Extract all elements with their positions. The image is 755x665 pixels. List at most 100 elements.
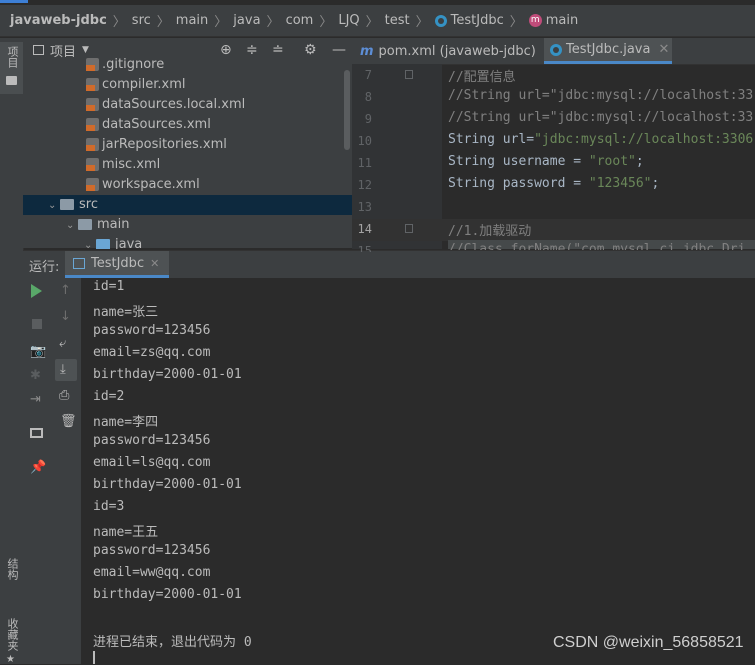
- code-line[interactable]: String url="jdbc:mysql://localhost:3306: [448, 132, 753, 147]
- console-line: name=王五: [93, 525, 159, 540]
- arrow-up-icon[interactable]: ↑: [60, 283, 74, 298]
- close-icon[interactable]: ✕: [658, 42, 669, 57]
- code-token: ;: [651, 176, 660, 191]
- gear-icon[interactable]: ⚙: [304, 42, 317, 58]
- favorites-tool-label: 收藏夹: [6, 618, 19, 651]
- breadcrumb-method[interactable]: main: [546, 13, 578, 28]
- console-line: birthday=2000-01-01: [93, 477, 242, 492]
- breadcrumb-java[interactable]: java: [233, 13, 260, 28]
- tree-item-compiler-xml[interactable]: compiler.xml: [86, 75, 186, 95]
- code-token: //Class.forName("com.mysql.cj.jdbc.Dri: [448, 242, 746, 250]
- run-toolbar-secondary: ↑ ↓ ⤶ ⤓ ⎙ 🗑: [51, 278, 82, 664]
- code-line[interactable]: //1.加载驱动: [448, 220, 531, 239]
- tree-item-datasources-xml[interactable]: dataSources.xml: [86, 115, 211, 135]
- tree-item-jarrepositories-xml[interactable]: jarRepositories.xml: [86, 135, 227, 155]
- code-token: //配置信息: [448, 70, 516, 85]
- breadcrumb-com[interactable]: com: [286, 13, 314, 28]
- close-icon[interactable]: ✕: [150, 257, 159, 270]
- expand-all-icon[interactable]: ≑: [246, 42, 258, 58]
- scroll-to-end-icon: ⤓: [60, 362, 66, 377]
- pin-icon[interactable]: 📌: [30, 460, 46, 475]
- project-panel-title[interactable]: 项目: [50, 41, 76, 60]
- minimize-icon[interactable]: —: [332, 42, 346, 58]
- breadcrumb-ljq[interactable]: LJQ: [338, 13, 359, 28]
- xml-file-icon: [86, 118, 99, 131]
- tab-testjdbc-java[interactable]: TestJdbc.java ✕: [544, 38, 672, 64]
- print-icon[interactable]: ⎙: [59, 388, 73, 403]
- xml-file-icon: [86, 138, 99, 151]
- bug-icon[interactable]: ✱: [30, 368, 44, 383]
- chevron-right-icon: 〉: [156, 15, 170, 30]
- tree-item-src[interactable]: ⌄ src: [23, 195, 352, 215]
- code-line[interactable]: //String url="jdbc:mysql://localhost:33: [448, 110, 753, 125]
- code-line[interactable]: //Class.forName("com.mysql.cj.jdbc.Dri: [448, 242, 745, 250]
- tree-item-main[interactable]: ⌄ main: [66, 215, 129, 235]
- stop-icon[interactable]: [32, 319, 42, 329]
- code-token: //String url="jdbc:mysql://localhost:33: [448, 88, 754, 103]
- code-line[interactable]: String username = "root";: [448, 154, 644, 169]
- chevron-right-icon: 〉: [365, 15, 379, 30]
- tab-pom-xml[interactable]: m pom.xml (javaweb-jdbc) ✕: [356, 38, 555, 64]
- structure-tool-tab[interactable]: 结构: [0, 554, 23, 614]
- java-class-icon: [550, 43, 562, 56]
- fold-marker-icon[interactable]: [405, 70, 413, 79]
- code-line[interactable]: String password = "123456";: [448, 176, 659, 191]
- chevron-down-icon[interactable]: ⌄: [84, 236, 96, 249]
- fold-marker-icon[interactable]: [405, 224, 413, 233]
- exit-icon[interactable]: ⇥: [30, 392, 44, 407]
- code-token: "123456": [588, 176, 652, 191]
- code-token: String password =: [448, 176, 589, 191]
- console-line: birthday=2000-01-01: [93, 367, 242, 382]
- tree-item-datasources-local-xml[interactable]: dataSources.local.xml: [86, 95, 245, 115]
- locate-icon[interactable]: ⊕: [220, 42, 232, 58]
- line-number: 11: [357, 156, 372, 170]
- line-number: 8: [364, 90, 372, 104]
- code-token: String url=: [448, 132, 535, 147]
- tree-item-misc-xml[interactable]: misc.xml: [86, 155, 160, 175]
- breadcrumb-project[interactable]: javaweb-jdbc: [10, 13, 107, 28]
- run-toolbar-primary: 📷 ✱ ⇥ 📌: [23, 278, 51, 664]
- breadcrumb-class[interactable]: TestJdbc: [451, 13, 504, 28]
- chevron-right-icon: 〉: [319, 15, 333, 30]
- console-line: birthday=2000-01-01: [93, 587, 242, 602]
- watermark: CSDN @weixin_56858521: [553, 634, 744, 651]
- layout-icon[interactable]: [30, 428, 43, 438]
- xml-file-icon: [86, 78, 99, 91]
- line-number: 9: [364, 112, 372, 126]
- structure-tool-label: 结构: [6, 558, 19, 580]
- arrow-down-icon[interactable]: ↓: [60, 309, 74, 324]
- project-view-icon: [33, 45, 44, 55]
- star-icon: ★: [6, 654, 15, 665]
- code-line[interactable]: //String url="jdbc:mysql://localhost:33: [448, 88, 753, 103]
- folder-icon: [60, 199, 74, 210]
- chevron-down-icon[interactable]: ▼: [82, 45, 89, 55]
- collapse-all-icon[interactable]: ≐: [272, 42, 284, 58]
- folder-icon: [78, 219, 92, 230]
- left-tool-strip: 项目 结构 收藏夹 ★: [0, 38, 24, 665]
- soft-wrap-icon[interactable]: ⤶: [59, 336, 73, 351]
- rerun-icon[interactable]: [31, 284, 42, 298]
- chevron-right-icon: 〉: [112, 15, 126, 30]
- project-tool-tab[interactable]: 项目: [0, 42, 23, 94]
- console-line: id=1: [93, 279, 125, 294]
- project-scrollbar[interactable]: [344, 70, 350, 150]
- breadcrumb-src[interactable]: src: [132, 13, 151, 28]
- code-line[interactable]: //配置信息: [448, 66, 516, 85]
- source-folder-icon: [96, 239, 110, 249]
- project-panel-header: 项目 ▼ ⊕ ≑ ≐ ⚙ —: [23, 38, 352, 62]
- favorites-tool-tab[interactable]: 收藏夹 ★: [0, 614, 23, 665]
- chevron-down-icon[interactable]: ⌄: [48, 196, 60, 216]
- trash-icon[interactable]: 🗑: [60, 414, 77, 429]
- chevron-down-icon[interactable]: ⌄: [66, 216, 78, 236]
- run-tab-testjdbc[interactable]: TestJdbc ✕: [65, 251, 169, 278]
- console-line: id=2: [93, 389, 125, 404]
- tree-item-java[interactable]: ⌄ java: [84, 235, 142, 249]
- tree-item-workspace-xml[interactable]: workspace.xml: [86, 175, 200, 195]
- tree-item-gitignore[interactable]: .gitignore: [86, 55, 164, 75]
- breadcrumb: javaweb-jdbc 〉 src 〉 main 〉 java 〉 com 〉…: [0, 5, 755, 37]
- breadcrumb-main[interactable]: main: [176, 13, 208, 28]
- scroll-to-end-button[interactable]: ⤓: [55, 359, 77, 381]
- code-token: "jdbc:mysql://localhost:3306: [534, 132, 754, 147]
- camera-icon[interactable]: 📷: [30, 344, 46, 359]
- breadcrumb-test[interactable]: test: [385, 13, 410, 28]
